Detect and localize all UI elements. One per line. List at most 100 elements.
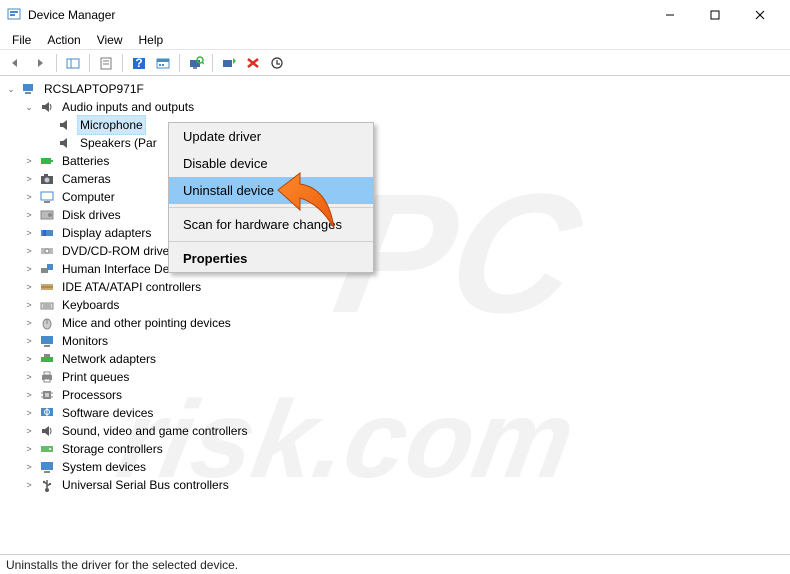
category-printqueues[interactable]: >Print queues (22, 368, 786, 386)
enable-device-button[interactable] (217, 52, 241, 74)
category-label: Keyboards (59, 296, 122, 314)
menu-help[interactable]: Help (131, 31, 172, 49)
category-label: Sound, video and game controllers (59, 422, 250, 440)
device-tree[interactable]: PC risk.com ⌄ RCSLAPTOP971F ⌄ Audio inpu… (0, 76, 790, 551)
expander-closed-icon[interactable]: > (22, 280, 36, 294)
expander-closed-icon[interactable]: > (22, 406, 36, 420)
update-driver-button[interactable] (151, 52, 175, 74)
display-adapter-icon (39, 225, 55, 241)
expander-closed-icon[interactable]: > (22, 208, 36, 222)
category-keyboards[interactable]: > Keyboards (22, 296, 786, 314)
category-storage[interactable]: > Storage controllers (22, 440, 786, 458)
monitor-icon (39, 333, 55, 349)
statusbar: Uninstalls the driver for the selected d… (0, 554, 790, 574)
category-mice[interactable]: >Mice and other pointing devices (22, 314, 786, 332)
expander-open-icon[interactable]: ⌄ (22, 100, 36, 114)
minimize-button[interactable] (647, 0, 692, 30)
category-diskdrives[interactable]: >Disk drives (22, 206, 786, 224)
ctx-update-driver[interactable]: Update driver (169, 123, 373, 150)
menu-view[interactable]: View (89, 31, 131, 49)
svg-text:?: ? (135, 56, 142, 70)
category-dvd[interactable]: >DVD/CD-ROM drives (22, 242, 786, 260)
expander-closed-icon[interactable]: > (22, 316, 36, 330)
speaker-icon (57, 117, 73, 133)
category-usb[interactable]: > Universal Serial Bus controllers (22, 476, 786, 494)
optical-drive-icon (39, 243, 55, 259)
network-icon (39, 351, 55, 367)
menu-action[interactable]: Action (39, 31, 88, 49)
category-label: Software devices (59, 404, 156, 422)
expander-closed-icon[interactable]: > (22, 154, 36, 168)
expander-closed-icon[interactable]: > (22, 352, 36, 366)
computer-icon (21, 81, 37, 97)
scan-hardware-button[interactable] (184, 52, 208, 74)
category-label: Network adapters (59, 350, 159, 368)
forward-button[interactable] (28, 52, 52, 74)
expander-closed-icon[interactable]: > (22, 388, 36, 402)
keyboard-icon (39, 297, 55, 313)
usb-icon (39, 477, 55, 493)
expander-closed-icon[interactable]: > (22, 298, 36, 312)
menu-file[interactable]: File (4, 31, 39, 49)
category-ide[interactable]: > IDE ATA/ATAPI controllers (22, 278, 786, 296)
expander-closed-icon[interactable]: > (22, 226, 36, 240)
disable-device-button[interactable] (265, 52, 289, 74)
category-computer[interactable]: > Computer (22, 188, 786, 206)
ctx-properties[interactable]: Properties (169, 245, 373, 272)
category-cameras[interactable]: > Cameras (22, 170, 786, 188)
disk-icon (39, 207, 55, 223)
category-label: IDE ATA/ATAPI controllers (59, 278, 204, 296)
expander-closed-icon[interactable]: > (22, 172, 36, 186)
software-icon (39, 405, 55, 421)
ctx-uninstall-device[interactable]: Uninstall device (169, 177, 373, 204)
category-monitors[interactable]: >Monitors (22, 332, 786, 350)
device-speakers[interactable]: Speakers (Par (40, 134, 786, 152)
expander-closed-icon[interactable]: > (22, 334, 36, 348)
show-hide-tree-button[interactable] (61, 52, 85, 74)
category-network[interactable]: > Network adapters (22, 350, 786, 368)
category-label: Display adapters (59, 224, 154, 242)
camera-icon (39, 171, 55, 187)
category-label: Cameras (59, 170, 114, 188)
category-audio[interactable]: ⌄ Audio inputs and outputs (22, 98, 786, 116)
context-menu: Update driver Disable device Uninstall d… (168, 122, 374, 273)
expander-closed-icon[interactable]: > (22, 262, 36, 276)
device-label: Speakers (Par (77, 134, 160, 152)
category-hid[interactable]: >Human Interface Devices (22, 260, 786, 278)
uninstall-device-button[interactable] (241, 52, 265, 74)
toolbar: ? (0, 50, 790, 76)
expander-closed-icon[interactable]: > (22, 460, 36, 474)
category-label: Audio inputs and outputs (59, 98, 197, 116)
expander-closed-icon[interactable]: > (22, 370, 36, 384)
back-button[interactable] (4, 52, 28, 74)
category-batteries[interactable]: >Batteries (22, 152, 786, 170)
category-label: Computer (59, 188, 118, 206)
category-label: Storage controllers (59, 440, 166, 458)
ctx-disable-device[interactable]: Disable device (169, 150, 373, 177)
category-display[interactable]: > Display adapters (22, 224, 786, 242)
help-button[interactable]: ? (127, 52, 151, 74)
device-microphone[interactable]: Microphone (40, 116, 786, 134)
expander-closed-icon[interactable]: > (22, 424, 36, 438)
expander-open-icon[interactable]: ⌄ (4, 82, 18, 96)
storage-icon (39, 441, 55, 457)
app-icon (6, 7, 22, 23)
ctx-scan-hardware[interactable]: Scan for hardware changes (169, 211, 373, 238)
category-system[interactable]: >System devices (22, 458, 786, 476)
expander-closed-icon[interactable]: > (22, 442, 36, 456)
properties-button[interactable] (94, 52, 118, 74)
mouse-icon (39, 315, 55, 331)
close-button[interactable] (737, 0, 782, 30)
root-label: RCSLAPTOP971F (41, 80, 147, 98)
expander-closed-icon[interactable]: > (22, 478, 36, 492)
tree-root[interactable]: ⌄ RCSLAPTOP971F (4, 80, 786, 98)
maximize-button[interactable] (692, 0, 737, 30)
category-software[interactable]: > Software devices (22, 404, 786, 422)
category-sound[interactable]: > Sound, video and game controllers (22, 422, 786, 440)
category-label: Universal Serial Bus controllers (59, 476, 232, 494)
category-processors[interactable]: > Processors (22, 386, 786, 404)
speaker-icon (39, 423, 55, 439)
expander-closed-icon[interactable]: > (22, 190, 36, 204)
category-label: Processors (59, 386, 125, 404)
expander-closed-icon[interactable]: > (22, 244, 36, 258)
